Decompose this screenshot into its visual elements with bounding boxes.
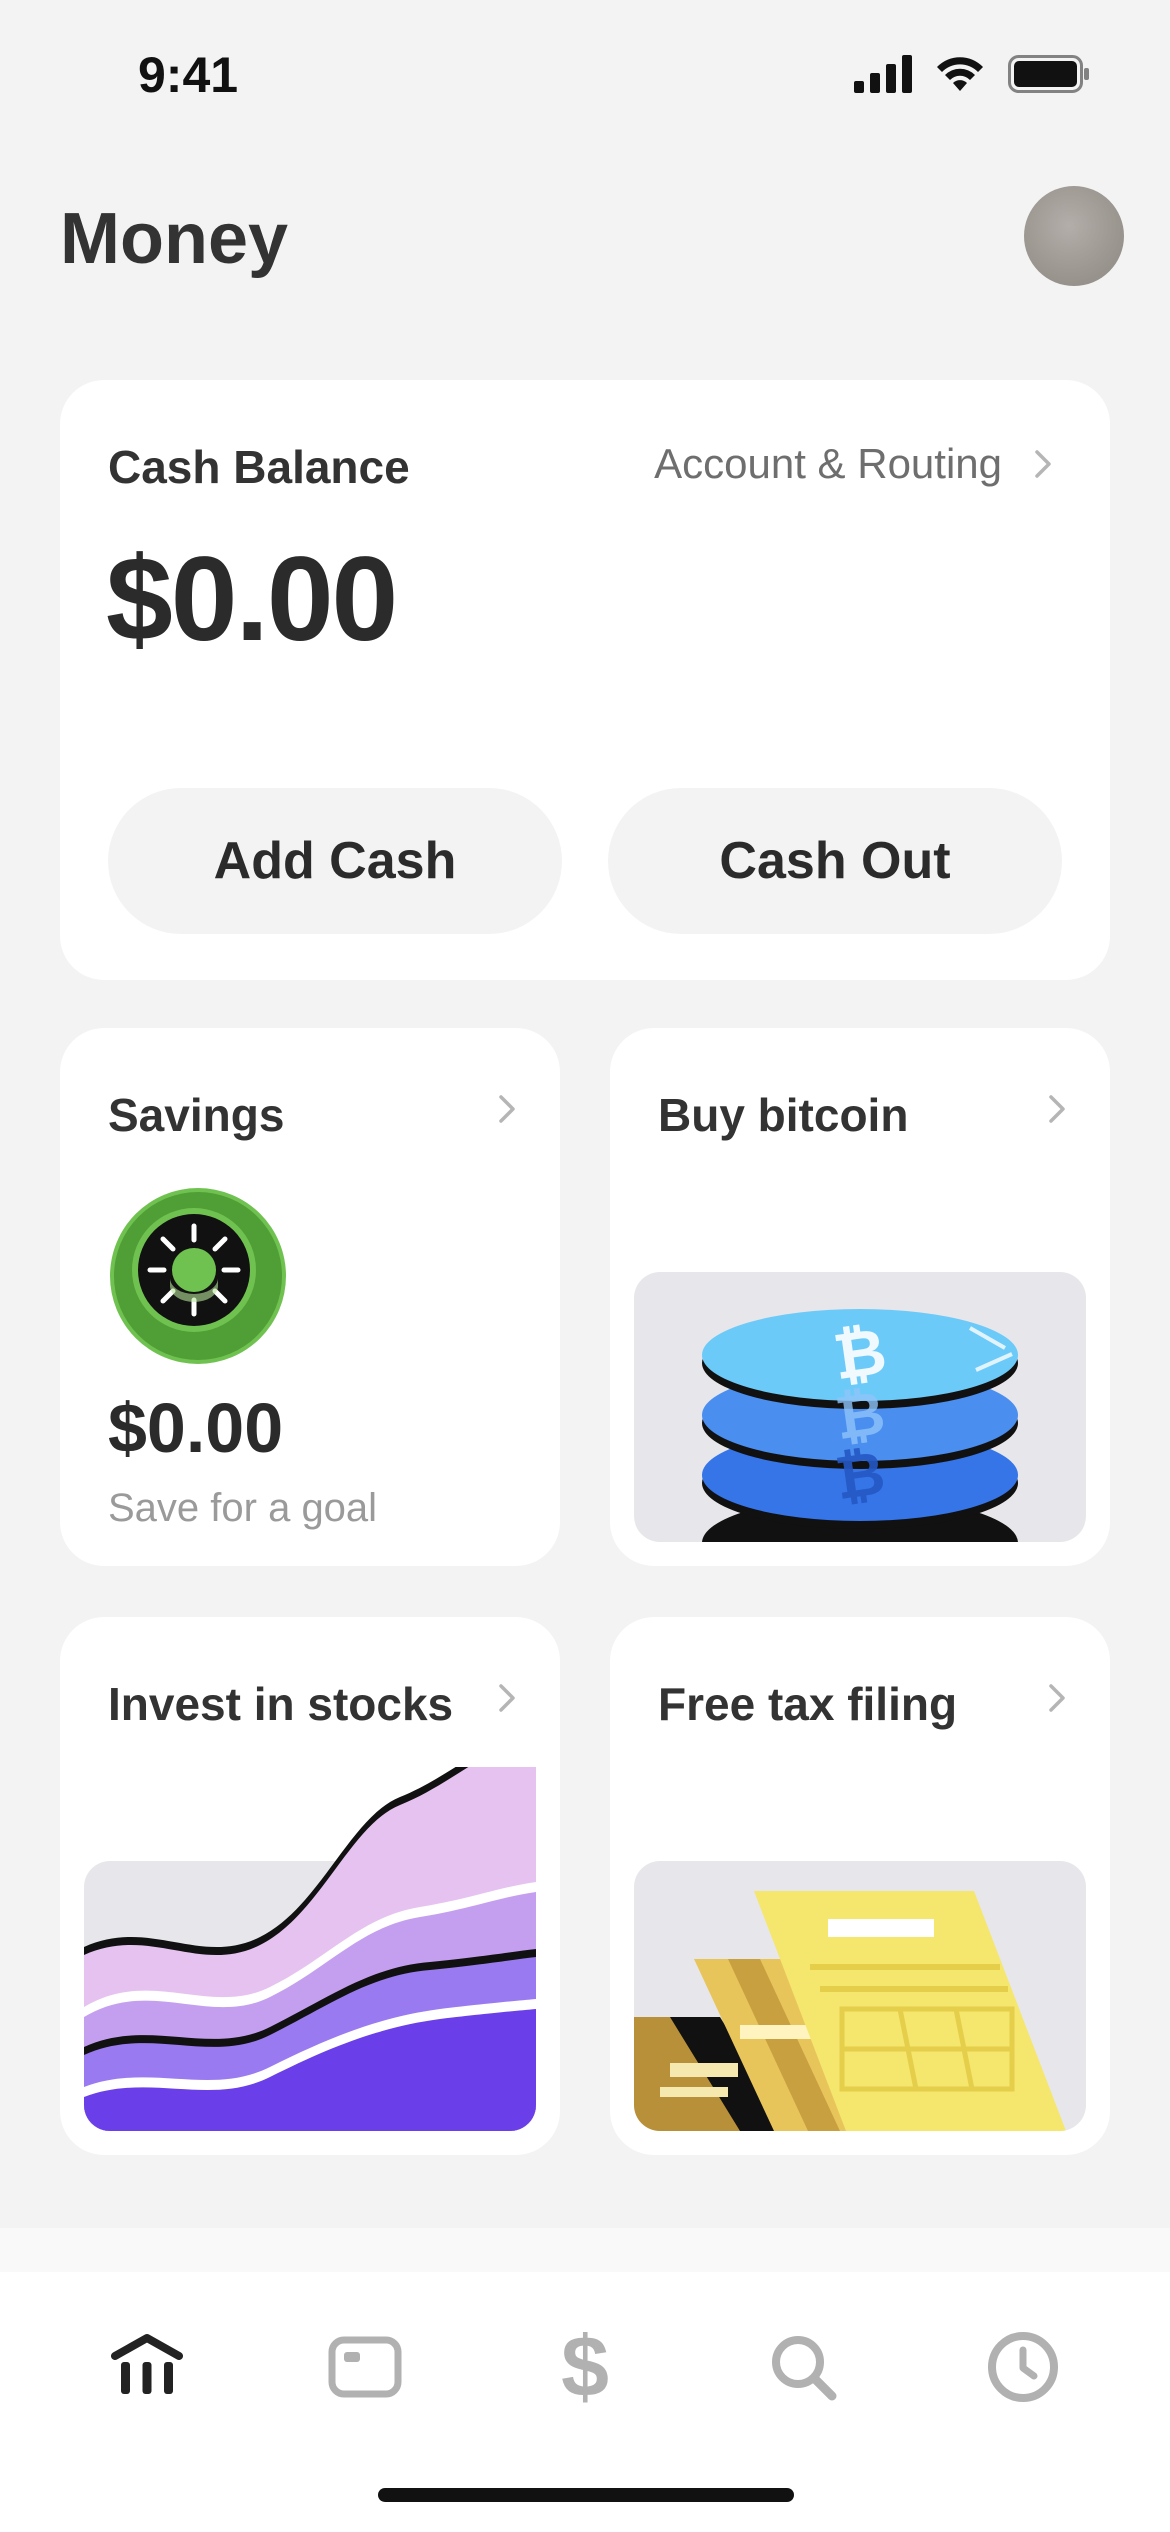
dollar-icon: $ bbox=[561, 2319, 609, 2415]
savings-vault-icon bbox=[110, 1188, 286, 1364]
invest-stocks-tile[interactable]: Invest in stocks bbox=[60, 1617, 560, 2155]
signal-icon bbox=[854, 55, 912, 93]
account-routing-label: Account & Routing bbox=[654, 440, 1002, 487]
cash-balance-card: Cash Balance Account & Routing $0.00 Add… bbox=[60, 380, 1110, 980]
free-tax-filing-tile[interactable]: Free tax filing bbox=[610, 1617, 1110, 2155]
home-icon bbox=[111, 2334, 183, 2394]
stocks-waves-illustration bbox=[84, 1767, 536, 2131]
buy-bitcoin-tile[interactable]: Buy bitcoin ₿ ₿ ₿ bbox=[610, 1028, 1110, 1566]
tab-home[interactable] bbox=[92, 2312, 202, 2422]
tab-search[interactable] bbox=[748, 2312, 858, 2422]
wifi-icon bbox=[937, 57, 983, 91]
battery-icon bbox=[1008, 55, 1089, 93]
chevron-right-icon bbox=[1035, 450, 1051, 478]
status-bar: 9:41 bbox=[0, 0, 1170, 150]
chevron-right-icon bbox=[499, 1095, 515, 1123]
cash-out-button[interactable]: Cash Out bbox=[608, 788, 1062, 934]
avatar[interactable] bbox=[1024, 186, 1124, 286]
status-time: 9:41 bbox=[138, 47, 239, 103]
tax-documents-illustration bbox=[634, 1891, 1066, 2131]
card-icon bbox=[328, 2336, 402, 2398]
tab-activity[interactable] bbox=[968, 2312, 1078, 2422]
svg-text:₿: ₿ bbox=[831, 1439, 889, 1512]
cash-balance-label: Cash Balance bbox=[108, 441, 410, 493]
search-icon bbox=[772, 2336, 837, 2401]
clock-icon bbox=[988, 2332, 1058, 2402]
savings-amount: $0.00 bbox=[108, 1389, 284, 1467]
savings-title: Savings bbox=[108, 1089, 285, 1141]
home-indicator bbox=[378, 2488, 794, 2502]
tab-bar-divider bbox=[0, 2228, 1170, 2272]
savings-tile[interactable]: Savings $0.00 Save for a goal bbox=[60, 1028, 560, 1566]
tab-pay[interactable]: $ bbox=[530, 2312, 640, 2422]
page-title: Money bbox=[60, 199, 289, 279]
savings-subtitle: Save for a goal bbox=[108, 1486, 378, 1530]
cash-balance-amount: $0.00 bbox=[106, 532, 398, 666]
status-icons bbox=[854, 55, 1090, 93]
bitcoin-coins-illustration: ₿ ₿ ₿ bbox=[702, 1309, 1018, 1542]
account-routing-link[interactable]: Account & Routing bbox=[654, 440, 1052, 488]
add-cash-button[interactable]: Add Cash bbox=[108, 788, 562, 934]
tab-card[interactable] bbox=[310, 2312, 420, 2422]
